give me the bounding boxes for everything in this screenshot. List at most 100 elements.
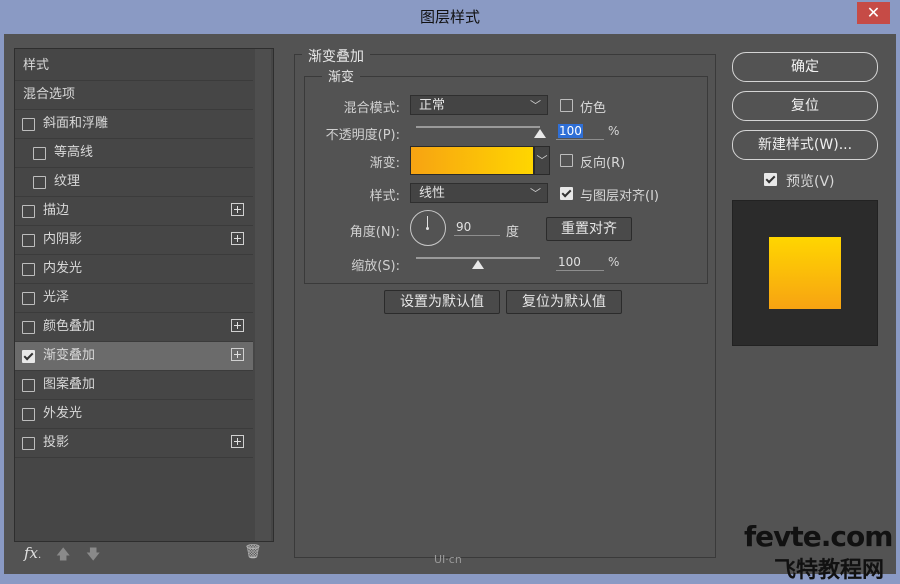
style-item-checkbox[interactable] (22, 263, 35, 276)
make-default-button[interactable]: 设置为默认值 (384, 290, 500, 314)
style-item[interactable]: 颜色叠加 (15, 313, 253, 342)
style-item-checkbox[interactable] (22, 205, 35, 218)
preview-label: 预览(V) (786, 174, 835, 190)
align-with-layer-checkbox[interactable] (560, 187, 573, 200)
angle-dial[interactable] (410, 210, 446, 246)
opacity-label: 不透明度(P): (325, 128, 400, 143)
styles-list-footer: fx. 🡅 🡇 🗑 (14, 542, 272, 568)
style-item-checkbox[interactable] (22, 321, 35, 334)
opacity-slider-thumb[interactable] (534, 129, 546, 138)
watermark-uicn: UI·cn (434, 553, 462, 566)
scale-slider-track[interactable] (416, 257, 540, 259)
blend-mode-label: 混合模式: (343, 101, 400, 116)
style-item-checkbox[interactable] (22, 118, 35, 131)
gradient-subgroup-title: 渐变 (322, 66, 361, 85)
add-effect-icon[interactable] (231, 232, 244, 245)
reverse-checkbox[interactable] (560, 154, 573, 167)
watermark-fevte-cn: 飞特教程网 (774, 558, 885, 583)
style-item[interactable]: 斜面和浮雕 (15, 110, 253, 139)
style-preview (732, 200, 878, 346)
fx-button[interactable]: fx. (24, 544, 41, 562)
style-item-label: 等高线 (54, 145, 94, 160)
style-item-checkbox[interactable] (33, 176, 46, 189)
style-item[interactable]: 样式 (15, 52, 253, 81)
style-value: 线性 (419, 186, 446, 201)
layer-style-dialog: 样式 混合选项 斜面和浮雕 等高线 纹理 描边 内阴影 内发光 光泽 颜色叠加 渐变叠加 图案叠加 外发… (4, 34, 896, 583)
style-item-checkbox[interactable] (22, 234, 35, 247)
gradient-overlay-title: 渐变叠加 (302, 46, 370, 66)
add-effect-icon[interactable] (231, 435, 244, 448)
opacity-unit: % (608, 124, 620, 138)
preview-swatch (769, 237, 841, 309)
style-item-label: 颜色叠加 (43, 319, 96, 334)
style-item-label: 描边 (43, 203, 70, 218)
style-item[interactable]: 内阴影 (15, 226, 253, 255)
add-effect-icon[interactable] (231, 203, 244, 216)
style-item-checkbox[interactable] (22, 379, 35, 392)
reset-button[interactable]: 复位 (732, 91, 878, 121)
chevron-down-icon: ﹀ (530, 187, 541, 200)
close-button[interactable]: ✕ (857, 2, 890, 24)
gradient-picker[interactable] (410, 146, 534, 175)
style-item-label: 斜面和浮雕 (43, 116, 109, 131)
style-item[interactable]: 外发光 (15, 400, 253, 429)
window-title: 图层样式 (419, 8, 480, 26)
style-item[interactable]: 图案叠加 (15, 371, 253, 400)
style-item-checkbox[interactable] (22, 292, 35, 305)
angle-unit: 度 (506, 225, 520, 240)
gradient-dropdown-chevron-icon[interactable]: ﹀ (534, 146, 550, 175)
styles-list-scrollbar[interactable] (255, 49, 271, 541)
opacity-slider-track[interactable] (416, 126, 540, 128)
dither-label: 仿色 (580, 101, 607, 116)
reset-alignment-button[interactable]: 重置对齐 (546, 217, 632, 241)
angle-label: 角度(N): (349, 225, 400, 240)
style-item-label: 内发光 (43, 261, 83, 276)
blend-mode-value: 正常 (419, 98, 446, 113)
style-item-label: 图案叠加 (43, 377, 96, 392)
fx-label: fx (24, 544, 39, 562)
style-item-label: 内阴影 (43, 232, 83, 247)
reverse-label: 反向(R) (580, 156, 626, 171)
style-item[interactable]: 投影 (15, 429, 253, 458)
style-item-checkbox[interactable] (22, 437, 35, 450)
scale-label: 缩放(S): (351, 259, 400, 274)
style-item[interactable]: 纹理 (15, 168, 253, 197)
style-item-checkbox[interactable] (22, 350, 35, 363)
style-item[interactable]: 渐变叠加 (15, 342, 253, 371)
watermark-fevte: fevte.com (744, 520, 893, 553)
dither-checkbox[interactable] (560, 99, 573, 112)
style-item-label: 样式 (23, 58, 50, 73)
style-item[interactable]: 混合选项 (15, 81, 253, 110)
title-bar: 图层样式 ✕ (0, 0, 900, 34)
new-style-button[interactable]: 新建样式(W)... (732, 130, 878, 160)
add-effect-icon[interactable] (231, 319, 244, 332)
styles-list: 样式混合选项斜面和浮雕等高线纹理描边内阴影内发光光泽颜色叠加渐变叠加图案叠加外发… (14, 48, 274, 542)
scale-unit: % (608, 255, 620, 269)
style-item[interactable]: 光泽 (15, 284, 253, 313)
style-item[interactable]: 内发光 (15, 255, 253, 284)
opacity-input[interactable]: 100 (556, 123, 604, 140)
style-item[interactable]: 描边 (15, 197, 253, 226)
scale-input[interactable]: 100 (556, 254, 604, 271)
move-down-icon[interactable]: 🡇 (86, 544, 100, 568)
style-item-checkbox[interactable] (33, 147, 46, 160)
blend-mode-select[interactable]: 正常 ﹀ (410, 95, 548, 115)
style-item-label: 投影 (43, 435, 70, 450)
style-item[interactable]: 等高线 (15, 139, 253, 168)
gradient-label: 渐变: (369, 156, 400, 171)
ok-button[interactable]: 确定 (732, 52, 878, 82)
scale-slider-thumb[interactable] (472, 260, 484, 269)
preview-checkbox[interactable] (764, 173, 777, 186)
style-item-label: 外发光 (43, 406, 83, 421)
add-effect-icon[interactable] (231, 348, 244, 361)
style-select[interactable]: 线性 ﹀ (410, 183, 548, 203)
reset-default-button[interactable]: 复位为默认值 (506, 290, 622, 314)
angle-input[interactable]: 90 (454, 219, 500, 236)
style-item-label: 纹理 (54, 174, 81, 189)
style-item-checkbox[interactable] (22, 408, 35, 421)
move-up-icon[interactable]: 🡅 (56, 544, 70, 568)
opacity-value: 100 (558, 124, 583, 138)
trash-icon[interactable]: 🗑 (244, 544, 262, 560)
align-with-layer-label: 与图层对齐(I) (580, 189, 659, 204)
chevron-down-icon: ﹀ (530, 99, 541, 112)
